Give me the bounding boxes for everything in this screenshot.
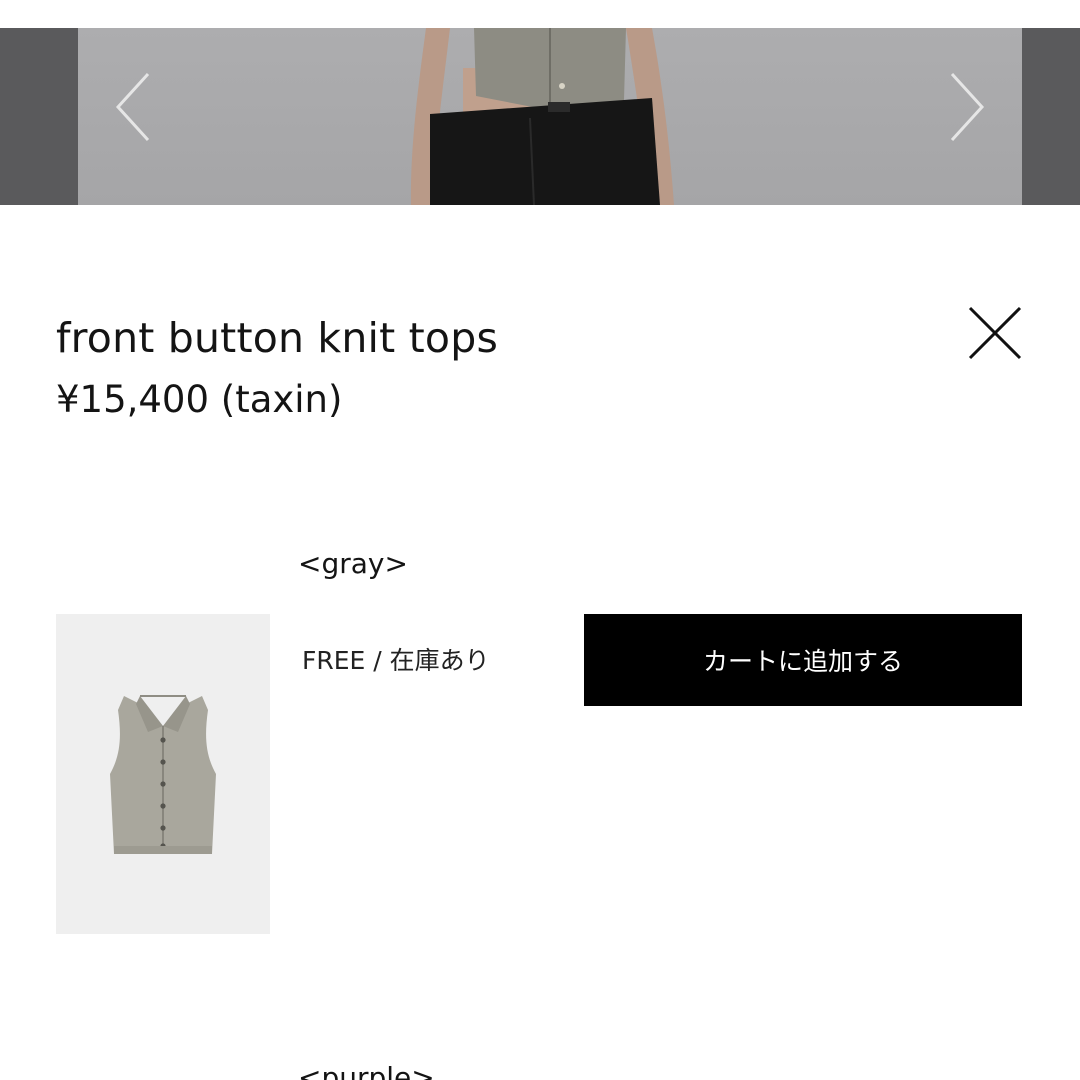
vest-product-image: [110, 695, 216, 854]
image-carousel[interactable]: [0, 28, 1080, 205]
carousel-prev-slide-peek: [0, 28, 78, 205]
chevron-right-icon: [950, 72, 985, 142]
add-to-cart-button[interactable]: カートに追加する: [584, 614, 1022, 706]
carousel-next-slide-peek: [1022, 28, 1080, 205]
variant-size-stock: FREE / 在庫あり: [302, 646, 490, 675]
chevron-left-icon: [115, 72, 150, 142]
product-title: front button knit tops: [56, 314, 499, 362]
top-strip: [0, 0, 1080, 28]
add-to-cart-label: カートに追加する: [702, 647, 903, 676]
carousel-next-button[interactable]: [944, 70, 988, 144]
product-price: ¥15,400 (taxin): [56, 378, 343, 421]
model-photo-illustration: [410, 28, 674, 205]
close-icon: [968, 306, 1022, 360]
variant-thumbnail: [56, 614, 270, 934]
carousel-product-photo: [78, 28, 1022, 205]
close-button[interactable]: [962, 300, 1028, 366]
variant-color-label: <purple>: [298, 1061, 435, 1080]
product-detail-page: front button knit tops ¥15,400 (taxin) <…: [0, 0, 1080, 1080]
carousel-prev-button[interactable]: [112, 70, 156, 144]
variant-color-label: <gray>: [298, 547, 408, 580]
